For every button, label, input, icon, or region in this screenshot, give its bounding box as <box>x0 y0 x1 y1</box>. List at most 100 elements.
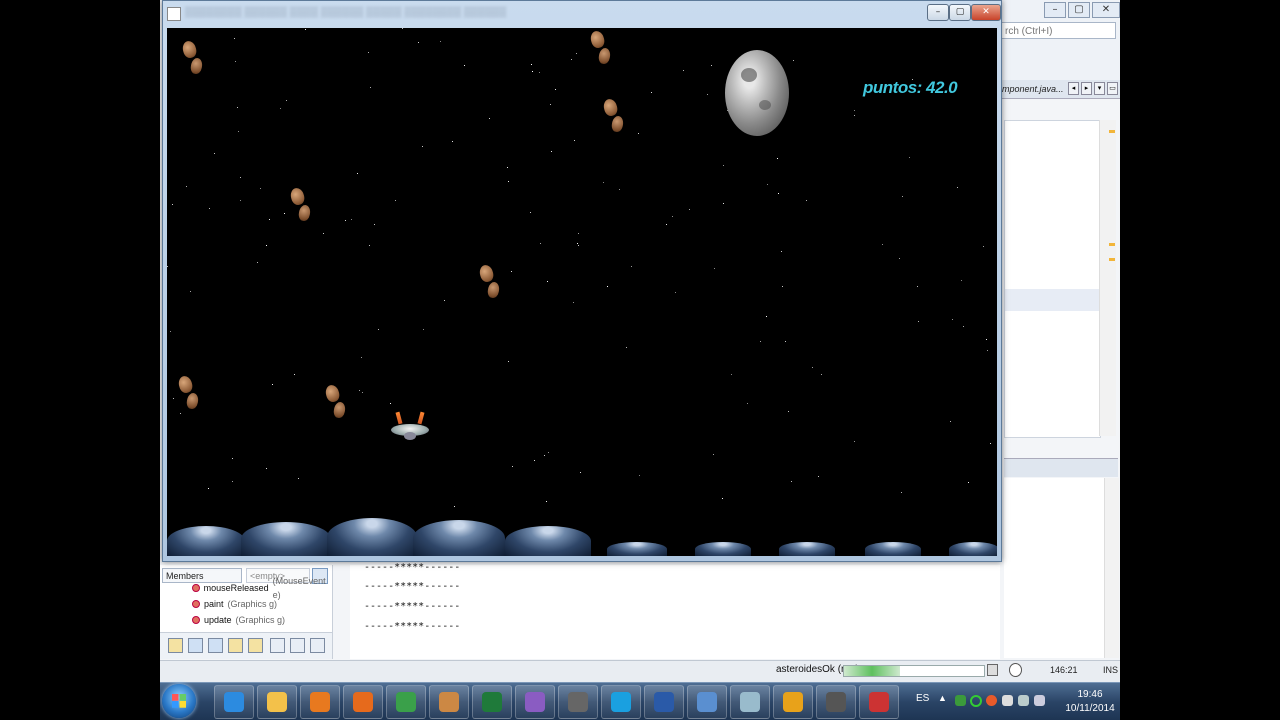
app-grid-icon <box>439 692 459 712</box>
star <box>240 200 241 201</box>
star <box>854 110 855 111</box>
star <box>791 481 792 482</box>
maximize-button[interactable]: ▢ <box>949 4 971 21</box>
navigator-member-item[interactable]: paint (Graphics g) <box>192 597 277 611</box>
star <box>777 158 778 159</box>
notification-icon[interactable] <box>1009 663 1022 677</box>
star <box>722 498 723 499</box>
star <box>961 280 962 281</box>
star <box>444 300 445 301</box>
sublime-icon <box>826 692 846 712</box>
editor-warning-mark[interactable] <box>1109 243 1115 246</box>
taskbar-button[interactable] <box>343 685 383 719</box>
star <box>968 482 969 483</box>
taskbar-button[interactable] <box>429 685 469 719</box>
game-window[interactable]: ▒▒▒▒▒▒▒▒ ▒▒▒▒▒▒ ▒▒▒▒ ▒▒▒▒▒▒ ▒▒▒▒▒ ▒▒▒▒▒▒… <box>162 0 1002 562</box>
taskbar-button[interactable] <box>730 685 770 719</box>
navigator-member-item[interactable]: update (Graphics g) <box>192 613 285 627</box>
taskbar-button[interactable] <box>472 685 512 719</box>
taskbar-button[interactable] <box>558 685 598 719</box>
member-params: (Graphics g) <box>235 615 286 625</box>
star <box>882 244 883 245</box>
taskbar-button[interactable] <box>687 685 727 719</box>
ide-close-button[interactable]: ✕ <box>1092 2 1120 18</box>
taskbar-button[interactable] <box>601 685 641 719</box>
star <box>788 411 789 412</box>
show-hidden-icons-icon[interactable]: ▲ <box>938 693 949 704</box>
sort-by-source-icon[interactable] <box>290 638 305 653</box>
star <box>711 65 712 66</box>
ide-editor-tab[interactable]: mponent.java... <box>1000 82 1064 97</box>
local-classes-icon[interactable] <box>248 638 263 653</box>
action-center-icon[interactable] <box>1002 695 1013 706</box>
code-editor[interactable] <box>1004 120 1101 438</box>
taskbar-button[interactable] <box>859 685 899 719</box>
tab-list-icon[interactable]: ▾ <box>1094 82 1105 95</box>
game-window-titlebar[interactable]: ▒▒▒▒▒▒▒▒ ▒▒▒▒▒▒ ▒▒▒▒ ▒▒▒▒▒▒ ▒▒▒▒▒ ▒▒▒▒▒▒… <box>163 1 1001 26</box>
member-params: (Graphics g) <box>227 599 278 609</box>
javadoc-icon[interactable] <box>310 638 325 653</box>
network-icon[interactable] <box>1018 695 1029 706</box>
star <box>370 87 371 88</box>
close-button[interactable]: ✕ <box>971 4 1001 21</box>
volume-icon[interactable] <box>1034 695 1045 706</box>
player-spaceship[interactable] <box>389 410 431 444</box>
star <box>983 246 984 247</box>
star <box>357 173 358 174</box>
taskbar-button[interactable] <box>214 685 254 719</box>
navigator-member-item[interactable]: mouseReleased (MouseEvent e) <box>192 576 332 600</box>
editor-warning-mark[interactable] <box>1109 130 1115 133</box>
taskbar-button[interactable] <box>773 685 813 719</box>
inherited-members-icon[interactable] <box>168 638 183 653</box>
tray-app-icon[interactable] <box>955 695 966 706</box>
tab-left-arrow-icon[interactable]: ◂ <box>1068 82 1079 95</box>
taskbar-button[interactable] <box>816 685 856 719</box>
minimize-button[interactable]: – <box>927 4 949 21</box>
language-indicator[interactable]: ES <box>916 693 929 704</box>
star <box>507 167 508 168</box>
star <box>578 245 579 246</box>
mountain <box>865 542 921 556</box>
star <box>359 390 360 391</box>
fields-icon[interactable] <box>188 638 203 653</box>
tab-right-arrow-icon[interactable]: ▸ <box>1081 82 1092 95</box>
taskbar-button[interactable] <box>257 685 297 719</box>
editor-scrollbar[interactable] <box>1099 120 1116 436</box>
star <box>683 70 684 71</box>
editor-warning-mark[interactable] <box>1109 258 1115 261</box>
ide-minimize-button[interactable]: – <box>1044 2 1066 18</box>
star <box>952 319 953 320</box>
tray-clock[interactable]: 19:46 10/11/2014 <box>1065 688 1115 716</box>
star <box>351 219 352 220</box>
tray-alert-icon[interactable] <box>986 695 997 706</box>
static-members-icon[interactable] <box>208 638 223 653</box>
asteroid <box>478 263 508 307</box>
output-scrollbar[interactable] <box>1104 478 1119 658</box>
non-public-members-icon[interactable] <box>228 638 243 653</box>
stop-task-icon[interactable] <box>987 664 998 676</box>
star <box>666 224 667 225</box>
ie-icon <box>224 692 244 712</box>
taskbar-button[interactable] <box>515 685 555 719</box>
tab-maximize-icon[interactable]: ▭ <box>1107 82 1118 95</box>
taskbar-button[interactable] <box>300 685 340 719</box>
star <box>489 118 490 119</box>
score-label: puntos: 42.0 <box>863 78 958 97</box>
window-title-blurred: ▒▒▒▒▒▒▒▒ ▒▒▒▒▒▒ ▒▒▒▒ ▒▒▒▒▒▒ ▒▒▒▒▒ ▒▒▒▒▒▒… <box>185 7 507 18</box>
star <box>345 220 346 221</box>
star <box>402 28 403 29</box>
output-line: -----*****------ <box>364 601 461 612</box>
star <box>987 350 988 351</box>
taskbar-button[interactable] <box>644 685 684 719</box>
star <box>689 209 690 210</box>
sort-by-name-icon[interactable] <box>270 638 285 653</box>
tray-status-icon[interactable] <box>970 695 982 707</box>
star <box>266 245 267 246</box>
taskbar-button[interactable] <box>386 685 426 719</box>
start-button[interactable] <box>162 684 196 718</box>
game-canvas[interactable]: puntos: 42.0 <box>167 28 997 556</box>
ide-maximize-button[interactable]: ▢ <box>1068 2 1090 18</box>
star <box>186 186 187 187</box>
star <box>234 38 235 39</box>
ide-search-input[interactable]: rch (Ctrl+I) <box>1000 22 1116 39</box>
